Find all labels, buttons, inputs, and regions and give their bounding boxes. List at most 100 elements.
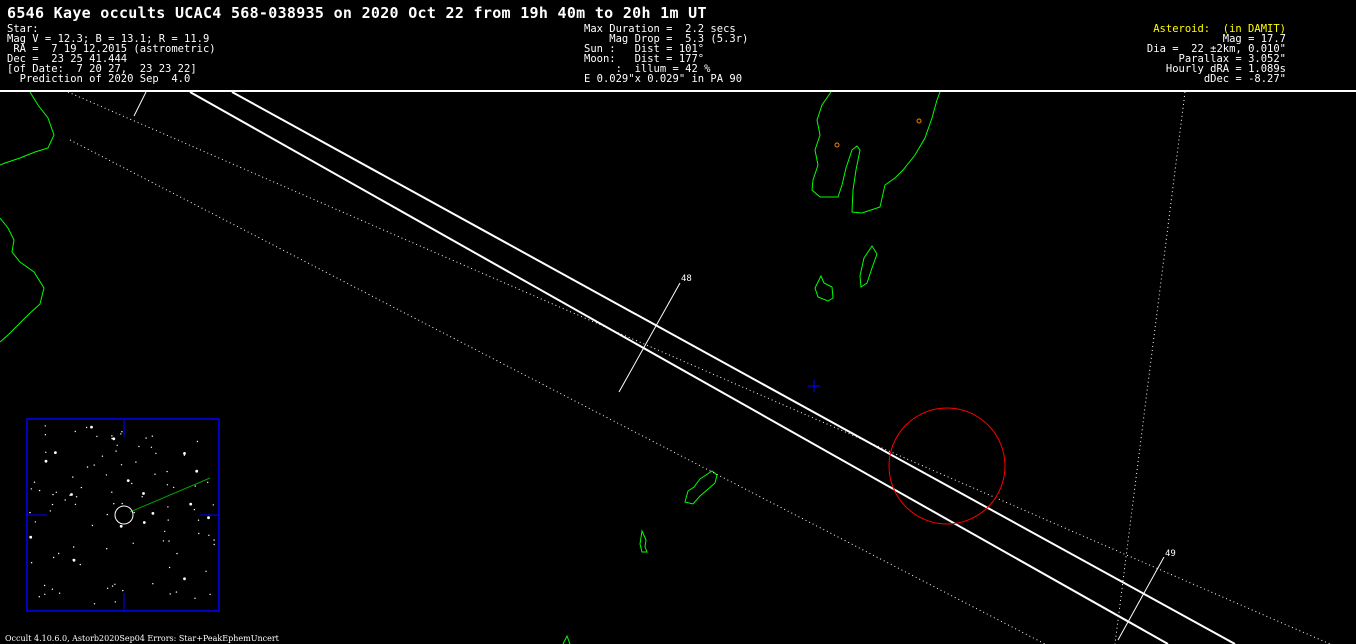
occultation-map[interactable]: 48 49: [0, 0, 1356, 644]
finder-star: [38, 596, 40, 598]
finder-star: [197, 519, 200, 521]
path-edge-south: [189, 91, 1169, 644]
asteroid-shadow-circle: [888, 407, 1006, 525]
finder-star: [164, 530, 166, 533]
finder-star: [116, 444, 118, 446]
finder-star: [138, 445, 140, 448]
island-small-a: [859, 245, 878, 288]
finder-star: [176, 552, 178, 555]
finder-star: [142, 521, 146, 524]
finder-star: [105, 474, 108, 476]
finder-star: [64, 499, 66, 501]
finder-star: [120, 464, 123, 466]
finder-star: [111, 585, 114, 587]
tick-label-48: 48: [681, 274, 692, 284]
finder-star: [183, 577, 186, 581]
finder-star: [45, 451, 47, 453]
finder-star: [209, 593, 211, 596]
finder-star: [52, 493, 54, 496]
finder-star: [145, 437, 147, 439]
finder-star: [43, 584, 46, 587]
finder-star: [151, 435, 153, 437]
finder-star: [196, 440, 199, 443]
tick-line-49: [1117, 556, 1165, 641]
finder-star: [55, 491, 57, 493]
finder-star: [166, 470, 168, 473]
finder-star: [115, 450, 117, 452]
finder-star: [114, 583, 116, 585]
finder-star: [111, 435, 113, 437]
finder-star: [38, 489, 41, 492]
finder-star: [205, 570, 207, 572]
finder-star: [168, 540, 170, 542]
finder-star: [113, 503, 115, 505]
finder-star: [183, 454, 186, 456]
finder-star: [96, 435, 98, 438]
island-small-b: [814, 274, 834, 302]
finder-star: [75, 496, 78, 498]
finder-star: [70, 493, 73, 496]
finder-star: [111, 491, 113, 493]
site-marker-a: [834, 142, 840, 148]
finder-star: [33, 481, 36, 483]
finder-star: [106, 513, 109, 516]
finder-star: [189, 502, 193, 506]
finder-star: [183, 452, 186, 455]
finder-star: [150, 446, 153, 448]
path-edge-north: [231, 91, 1236, 644]
finder-star: [111, 437, 113, 440]
finder-star: [141, 496, 143, 498]
finder-star: [198, 532, 200, 535]
island-bottom-a: [684, 470, 718, 505]
tick-line-47: [133, 91, 147, 117]
finder-star: [49, 510, 51, 512]
star-finder-chart[interactable]: [26, 418, 220, 612]
finder-star: [193, 508, 196, 511]
finder-star: [167, 506, 169, 508]
finder-star: [44, 434, 47, 436]
finder-star: [121, 502, 123, 505]
finder-star: [131, 482, 133, 485]
shadow-path: [189, 91, 1236, 644]
finder-star: [44, 593, 46, 595]
finder-star: [74, 503, 77, 506]
finder-star: [122, 589, 124, 592]
finder-star: [34, 521, 37, 523]
finder-star: [44, 459, 48, 463]
finder-star: [51, 588, 54, 590]
finder-star: [106, 548, 108, 550]
coastline-top-left: [0, 91, 55, 166]
finder-star: [114, 601, 117, 603]
finder-star: [106, 587, 109, 589]
finder-star: [93, 603, 96, 605]
coastline-landmass-right: [811, 91, 941, 214]
finder-star: [166, 484, 169, 486]
finder-frame: [26, 418, 220, 612]
tick-label-49: 49: [1165, 549, 1176, 559]
time-meridian: [1114, 91, 1186, 644]
finder-star: [167, 519, 169, 521]
tick-line-48: [618, 282, 681, 393]
finder-star: [85, 426, 88, 429]
finder-star: [101, 455, 104, 457]
coastline-left: [0, 217, 45, 343]
finder-star: [79, 563, 82, 566]
finder-star: [195, 469, 199, 473]
finder-star: [152, 583, 154, 585]
finder-star: [29, 511, 31, 514]
finder-star: [213, 543, 215, 546]
finder-star: [119, 524, 123, 528]
finder-star: [121, 431, 123, 433]
finder-star: [212, 504, 214, 506]
finder-star: [155, 452, 157, 455]
finder-star: [72, 476, 74, 478]
finder-star: [132, 542, 134, 544]
finder-star: [51, 503, 54, 506]
finder-star: [93, 464, 95, 466]
finder-star: [173, 486, 175, 489]
finder-star: [133, 511, 135, 514]
finder-star: [80, 486, 83, 489]
finder-star: [207, 516, 210, 520]
software-footer: Occult 4.10.6.0, Astorb2020Sep04 Errors:…: [5, 634, 279, 643]
center-cross: [808, 380, 820, 392]
